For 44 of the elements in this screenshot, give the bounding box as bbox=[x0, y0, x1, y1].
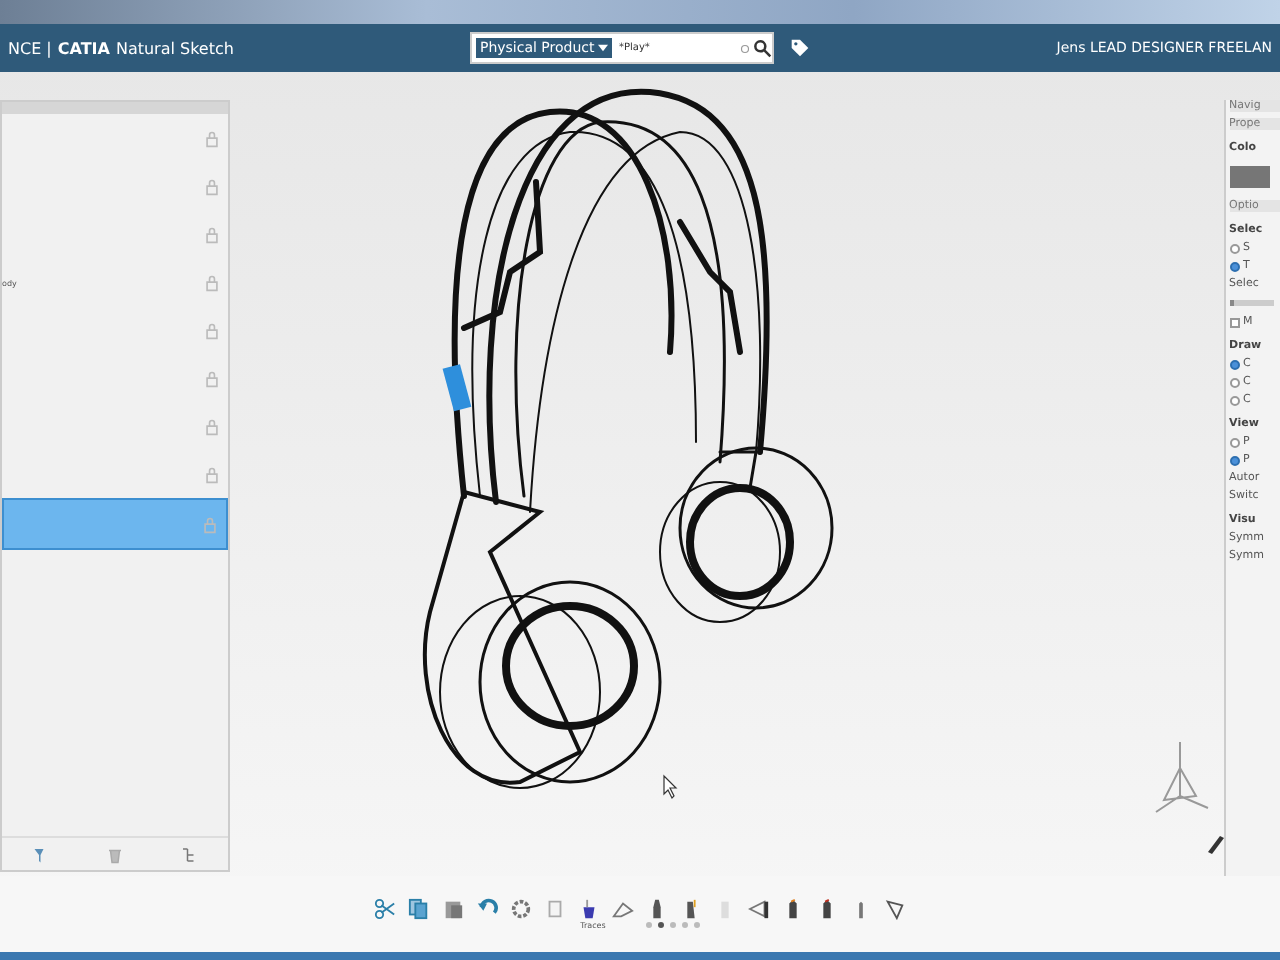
bucket-icon[interactable] bbox=[578, 898, 600, 920]
slider-track[interactable] bbox=[1229, 300, 1274, 306]
lock-icon[interactable] bbox=[203, 225, 220, 243]
search-icon[interactable] bbox=[751, 38, 772, 58]
clear-icon[interactable] bbox=[737, 41, 752, 55]
page-dot[interactable] bbox=[681, 922, 688, 928]
caret-icon bbox=[598, 44, 609, 52]
lock-icon[interactable] bbox=[203, 369, 220, 387]
page-dot[interactable] bbox=[657, 922, 664, 928]
lock-icon[interactable] bbox=[203, 321, 220, 339]
brand-name: CATIA bbox=[57, 39, 110, 57]
color-swatch[interactable] bbox=[1229, 166, 1270, 188]
tree-row[interactable] bbox=[2, 498, 228, 550]
undo-icon[interactable] bbox=[476, 898, 498, 920]
lock-icon[interactable] bbox=[203, 129, 220, 147]
radio-button[interactable] bbox=[1229, 377, 1240, 387]
lock-icon[interactable] bbox=[203, 465, 220, 483]
copy-icon[interactable] bbox=[408, 898, 430, 920]
brush-icon[interactable] bbox=[612, 898, 634, 920]
checkbox[interactable] bbox=[1229, 317, 1240, 327]
cursor-icon bbox=[662, 774, 677, 799]
radio-button[interactable] bbox=[1229, 395, 1240, 405]
tree-icon[interactable] bbox=[180, 845, 199, 863]
page-dot[interactable] bbox=[669, 922, 676, 928]
axis-triad-icon[interactable] bbox=[1154, 741, 1209, 813]
page-dot[interactable] bbox=[693, 922, 700, 928]
radio-button[interactable] bbox=[1229, 455, 1240, 465]
trash-icon[interactable] bbox=[105, 845, 124, 863]
page-dot[interactable] bbox=[645, 922, 652, 928]
app-name: Natural Sketch bbox=[115, 39, 234, 57]
radio-button[interactable] bbox=[1229, 437, 1240, 447]
sheet-icon[interactable] bbox=[544, 898, 566, 920]
scissors-icon[interactable] bbox=[374, 898, 396, 920]
tag-icon[interactable] bbox=[789, 38, 810, 58]
lock-icon[interactable] bbox=[203, 273, 220, 291]
gear-icon[interactable] bbox=[510, 898, 532, 920]
radio-button[interactable] bbox=[1229, 243, 1240, 253]
radio-button[interactable] bbox=[1229, 261, 1240, 271]
lock-icon[interactable] bbox=[203, 177, 220, 195]
paste-icon[interactable] bbox=[442, 898, 464, 920]
app-title: NCE | bbox=[8, 39, 52, 57]
radio-button[interactable] bbox=[1229, 359, 1240, 369]
cone-icon[interactable] bbox=[748, 898, 770, 920]
lock-icon[interactable] bbox=[203, 417, 220, 435]
